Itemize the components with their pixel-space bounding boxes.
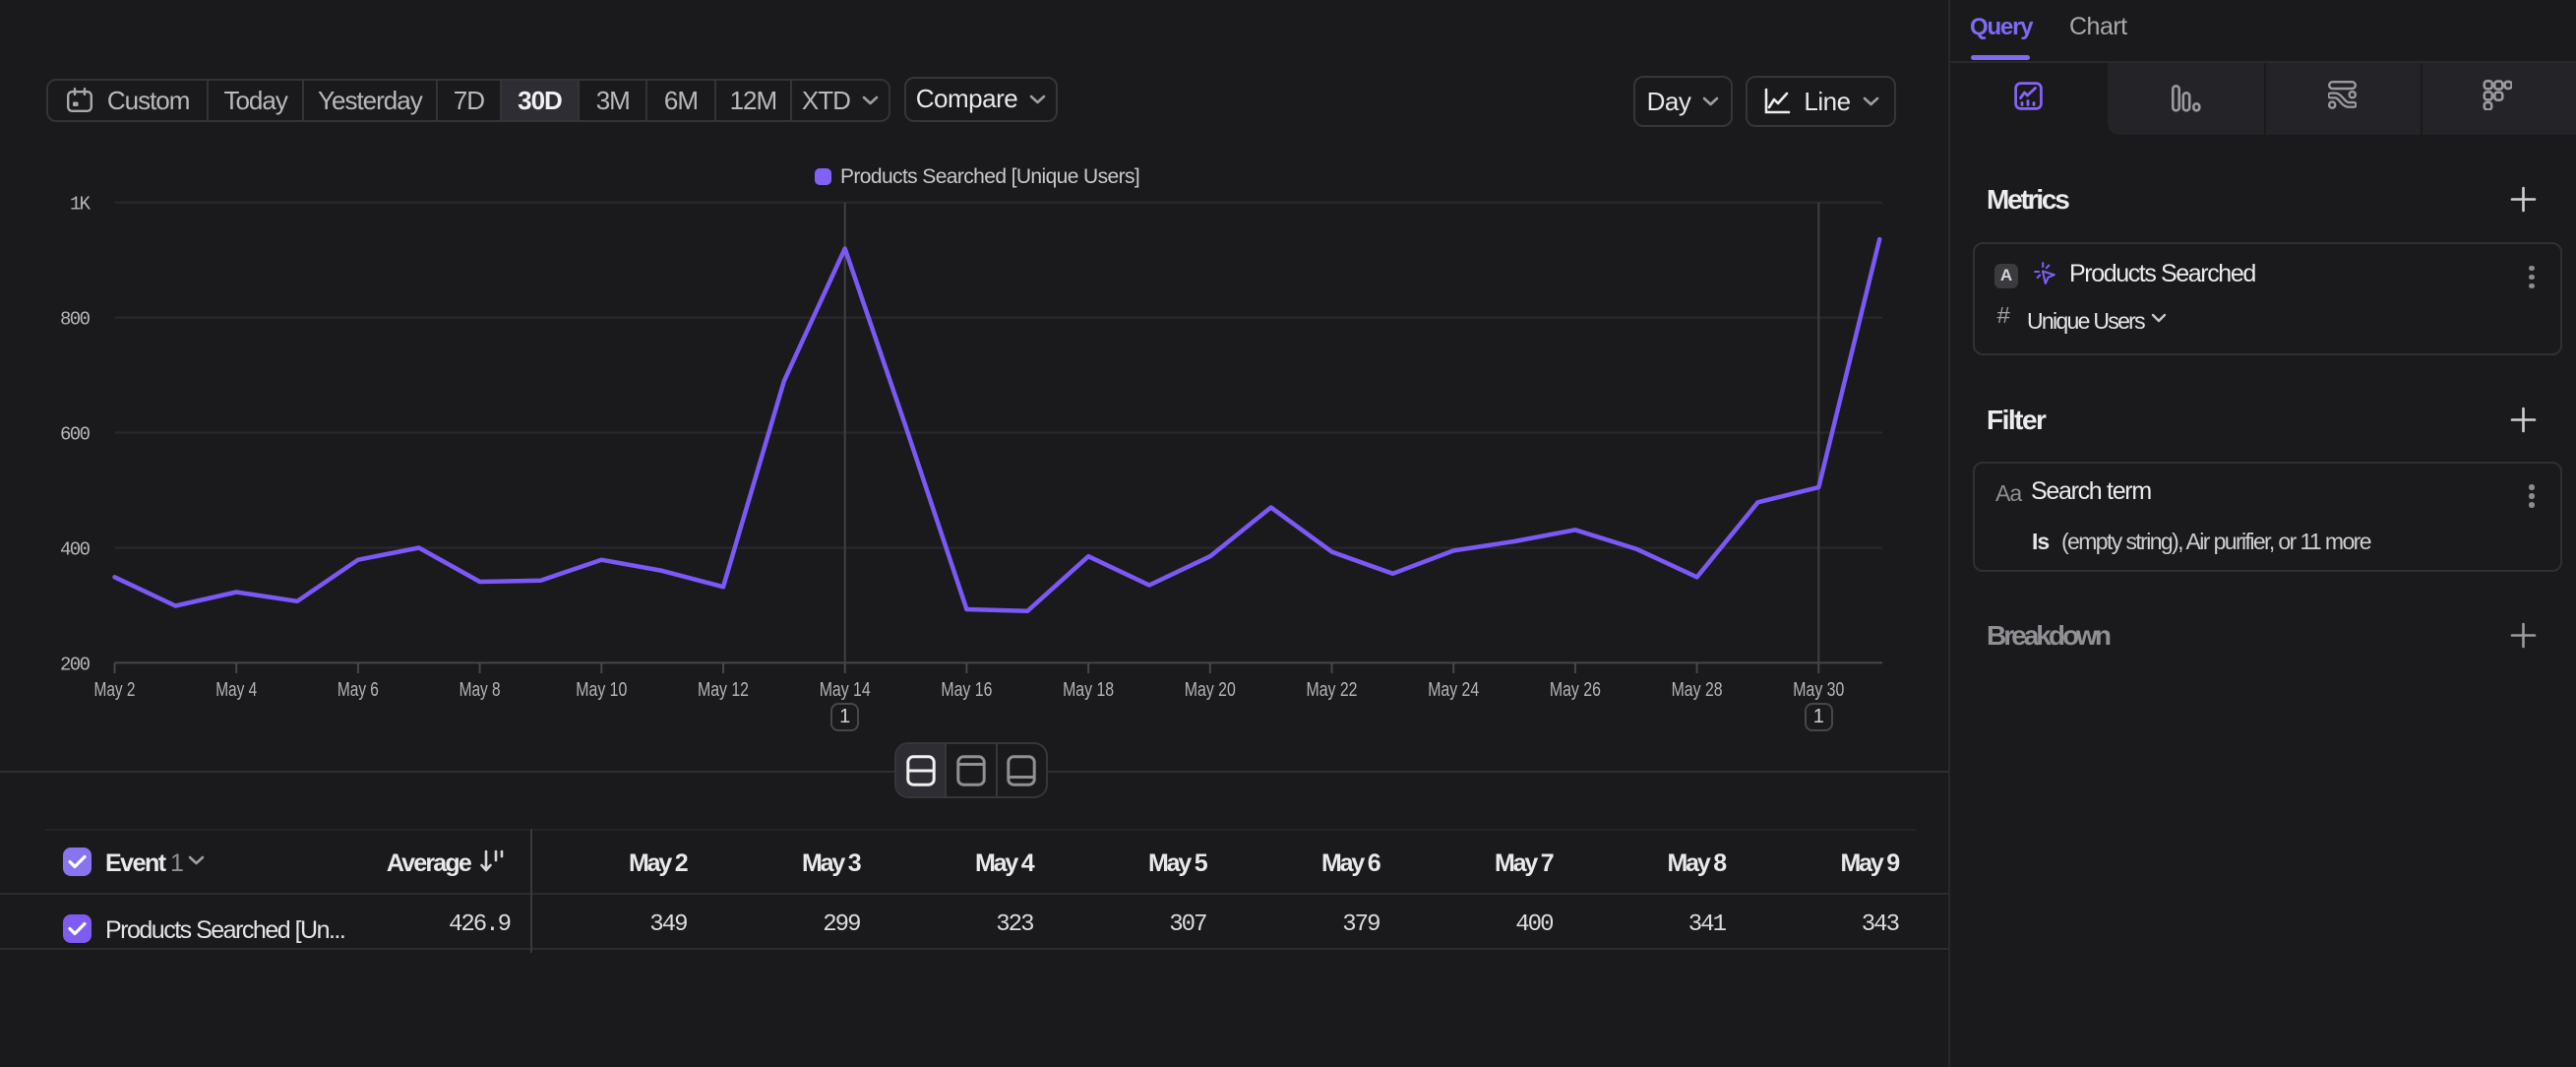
svg-text:May 18: May 18 <box>1063 679 1114 701</box>
svg-text:600: 600 <box>60 424 91 446</box>
svg-text:May 4: May 4 <box>215 679 257 701</box>
svg-text:800: 800 <box>60 309 91 331</box>
svg-text:May 10: May 10 <box>576 679 627 701</box>
svg-text:May 22: May 22 <box>1307 679 1358 701</box>
svg-text:May 24: May 24 <box>1428 679 1479 701</box>
svg-text:May 8: May 8 <box>460 679 501 701</box>
svg-text:May 28: May 28 <box>1672 679 1723 701</box>
svg-text:1K: 1K <box>70 194 92 216</box>
svg-text:May 26: May 26 <box>1550 679 1601 701</box>
svg-text:May 30: May 30 <box>1793 679 1844 701</box>
svg-text:May 14: May 14 <box>820 679 871 701</box>
svg-text:May 16: May 16 <box>941 679 992 701</box>
svg-text:May 2: May 2 <box>94 679 136 701</box>
svg-text:400: 400 <box>60 539 91 561</box>
svg-text:200: 200 <box>60 655 91 676</box>
svg-text:May 20: May 20 <box>1185 679 1236 701</box>
svg-text:May 6: May 6 <box>337 679 379 701</box>
svg-text:May 12: May 12 <box>698 679 749 701</box>
